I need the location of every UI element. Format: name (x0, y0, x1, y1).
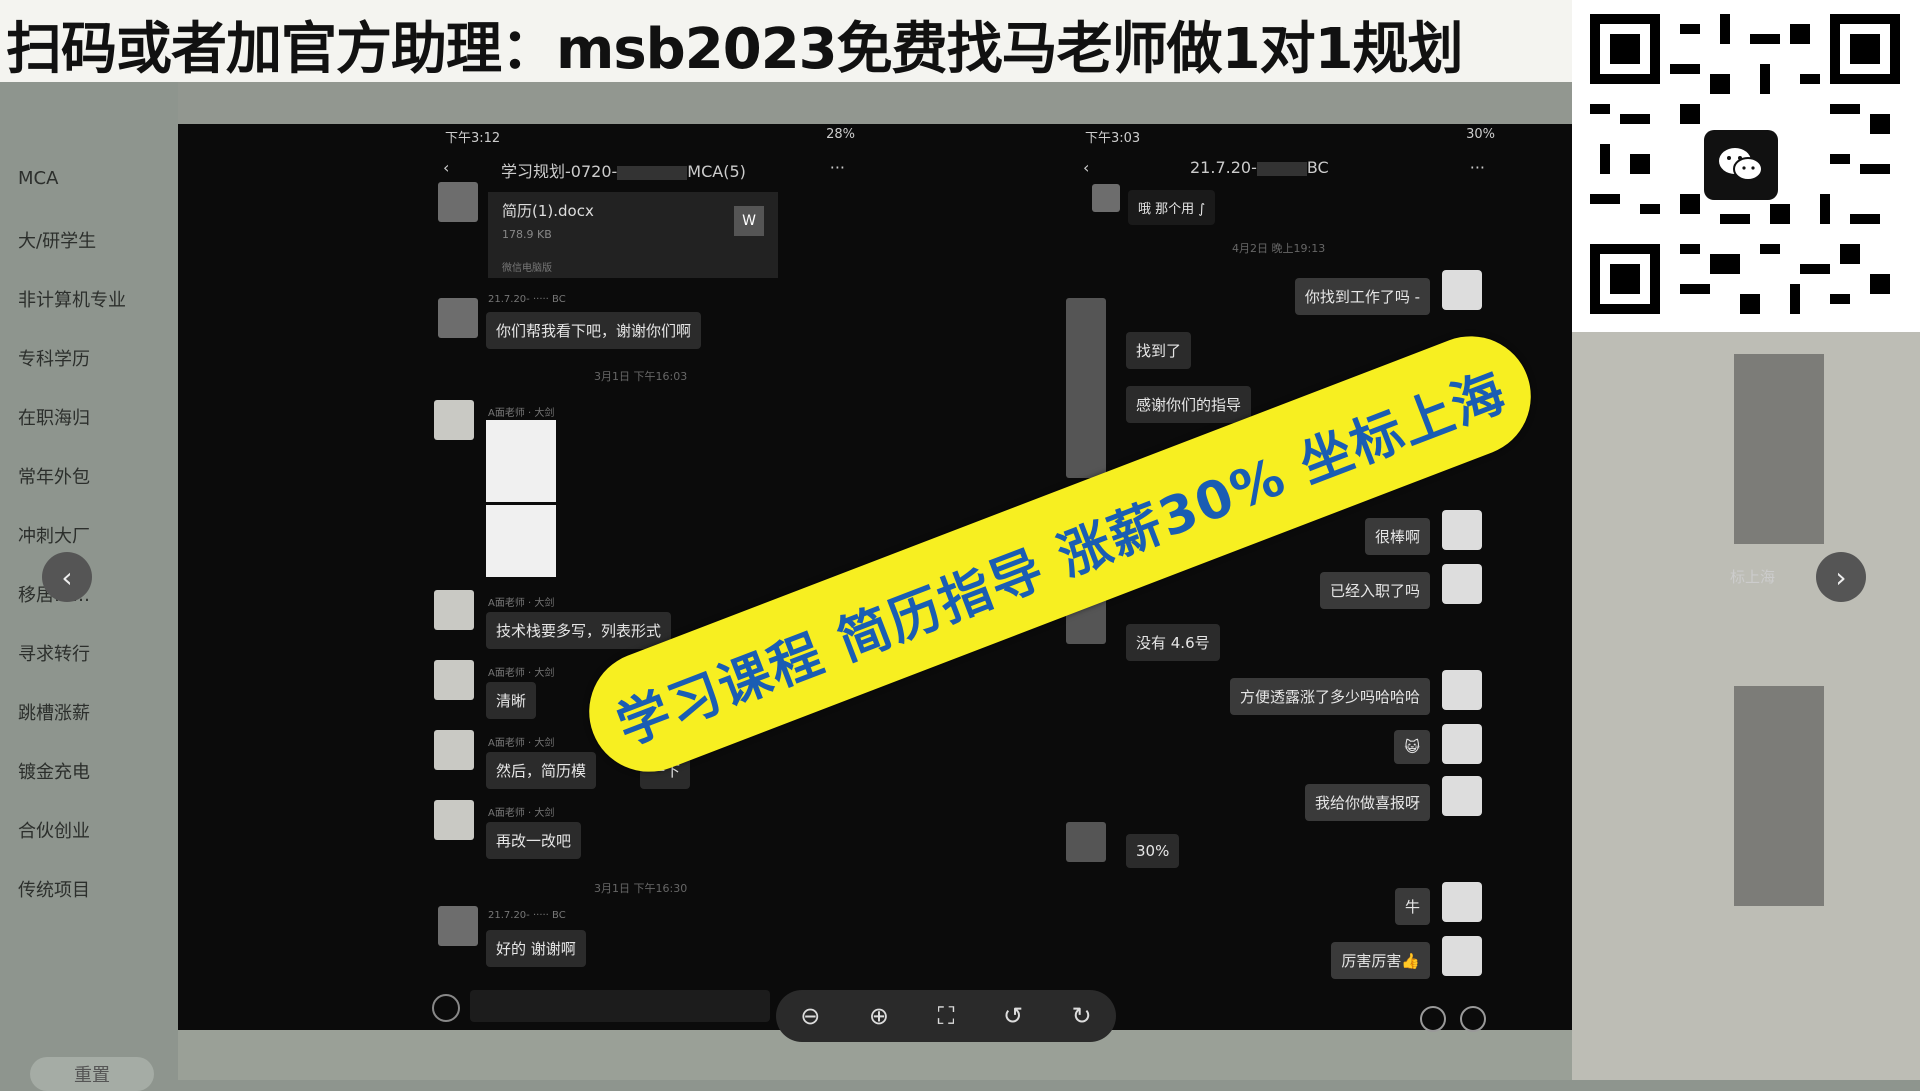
sidebar-item-career-change[interactable]: 寻求转行 (18, 640, 90, 666)
sidebar-item-traditional[interactable]: 传统项目 (18, 876, 90, 902)
teacher-avatar (434, 800, 474, 840)
more-icon[interactable]: ··· (1470, 158, 1485, 177)
user-avatar (1442, 564, 1482, 604)
message-input[interactable] (470, 990, 770, 1022)
rotate-left-icon[interactable]: ↺ (1003, 1002, 1023, 1030)
teacher-tag: A面老师 · 大剑 (488, 408, 555, 419)
user-avatar (1442, 724, 1482, 764)
add-icon[interactable] (1460, 1006, 1486, 1032)
sidebar-item-big-tech[interactable]: 冲刺大厂 (18, 522, 90, 548)
teacher-avatar (434, 400, 474, 440)
sender-tag: 21.7.20- ····· BC (488, 294, 566, 305)
chat-message: 我给你做喜报呀 (1304, 784, 1430, 821)
word-file-icon: W (734, 206, 764, 236)
chat-message: 你找到工作了吗 - (1294, 278, 1430, 315)
chat-message: 清晰 (486, 682, 537, 719)
timestamp: 3月1日 下午16:30 (594, 882, 688, 895)
next-button[interactable]: › (1816, 552, 1866, 602)
chat-message: 已经入职了吗 (1319, 572, 1430, 609)
viewer-toolbar: ⊖ ⊕ ⛶ ↺ ↻ (776, 990, 1116, 1042)
teacher-avatar (434, 660, 474, 700)
status-battery: 28% (826, 127, 855, 142)
chat-message: 没有 4.6号 (1126, 624, 1220, 661)
fit-screen-icon[interactable]: ⛶ (938, 1002, 955, 1030)
zoom-in-icon[interactable]: ⊕ (869, 1002, 889, 1030)
chat-message: 技术栈要多写，列表形式 (486, 612, 672, 649)
prev-button[interactable]: ‹ (42, 552, 92, 602)
user-avatar (1442, 936, 1482, 976)
teacher-tag: A面老师 · 大剑 (488, 668, 555, 679)
file-message[interactable]: 简历(1).docx 178.9 KB W 微信电脑版 (488, 192, 778, 278)
chat-message: 很棒啊 (1364, 518, 1430, 555)
file-size: 178.9 KB (502, 228, 552, 241)
back-icon[interactable]: ‹ (443, 158, 449, 177)
background-document (178, 82, 1572, 124)
status-time: 下午3:03 (1085, 131, 1141, 146)
avatar (1066, 298, 1106, 478)
resume-image-thumb-2[interactable] (486, 505, 556, 577)
sidebar-item-outsourcing[interactable]: 常年外包 (18, 463, 90, 489)
chat-message: 厉害厉害👍 (1331, 942, 1430, 979)
chat-message: 再改一改吧 (486, 822, 582, 859)
chat-message: 然后，简历模 (486, 752, 597, 789)
chat-message: 感谢你们的指导 (1126, 386, 1252, 423)
status-bar: 下午3:03 30% (1085, 127, 1495, 146)
chat-message: 方便透露涨了多少吗哈哈哈 (1229, 678, 1430, 715)
back-icon[interactable]: ‹ (1083, 158, 1089, 177)
sidebar-item-returnee[interactable]: 在职海归 (18, 404, 90, 430)
file-name: 简历(1).docx (502, 202, 594, 220)
user-avatar (1442, 270, 1482, 310)
wechat-icon (1704, 130, 1778, 200)
teacher-tag: A面老师 · 大剑 (488, 598, 555, 609)
teacher-tag: A面老师 · 大剑 (488, 738, 555, 749)
teacher-avatar (434, 730, 474, 770)
status-time: 下午3:12 (445, 131, 501, 146)
voice-icon[interactable] (432, 994, 460, 1022)
chat-title: 学习规划-0720- MCA(5) (501, 162, 746, 181)
chat-message: 😺 (1394, 730, 1430, 764)
chat-title: 21.7.20- BC (1190, 158, 1329, 177)
sidebar-item-startup[interactable]: 合伙创业 (18, 817, 90, 843)
user-avatar (1442, 882, 1482, 922)
sidebar-item-job-hop[interactable]: 跳槽涨薪 (18, 699, 90, 725)
timestamp: 4月2日 晚上19:13 (1232, 242, 1326, 255)
file-source: 微信电脑版 (502, 263, 552, 274)
promo-banner: 扫码或者加官方助理：msb2023免费找马老师做1对1规划 (0, 0, 1580, 82)
avatar (438, 298, 478, 338)
sidebar-item-students[interactable]: 大/研学生 (18, 227, 96, 253)
status-bar: 下午3:12 28% (445, 127, 855, 146)
banner-text: 扫码或者加官方助理：msb2023免费找马老师做1对1规划 (6, 17, 1464, 82)
side-doc-caption: 标上海 (1730, 568, 1776, 586)
sender-tag: 21.7.20- ····· BC (488, 910, 566, 921)
user-avatar (1442, 776, 1482, 816)
user-avatar (1442, 670, 1482, 710)
sidebar-item-non-cs[interactable]: 非计算机专业 (18, 286, 126, 312)
reset-button[interactable]: 重置 (30, 1057, 154, 1091)
user-avatar (1442, 510, 1482, 550)
chat-message: 30% (1126, 834, 1180, 868)
chat-message: 你们帮我看下吧，谢谢你们啊 (486, 312, 702, 349)
more-icon[interactable]: ··· (830, 158, 845, 177)
timestamp: 3月1日 下午16:03 (594, 370, 688, 383)
chat-message: 找到了 (1126, 332, 1192, 369)
sidebar-item-mca[interactable]: MCA (18, 168, 58, 189)
status-battery: 30% (1466, 127, 1495, 142)
teacher-avatar (434, 590, 474, 630)
zoom-out-icon[interactable]: ⊖ (800, 1002, 820, 1030)
teacher-tag: A面老师 · 大剑 (488, 808, 555, 819)
avatar (1066, 822, 1106, 862)
side-document-thumb (1734, 354, 1824, 544)
chat-message: 牛 (1394, 888, 1430, 925)
chat-message: 好的 谢谢啊 (486, 930, 586, 967)
avatar (438, 906, 478, 946)
avatar (438, 182, 478, 222)
chat-message: 哦 那个用 ∫ (1128, 190, 1216, 225)
resume-image-thumb[interactable] (486, 420, 556, 502)
avatar (1092, 184, 1120, 212)
side-document-thumb-2 (1734, 686, 1824, 906)
rotate-right-icon[interactable]: ↻ (1072, 1002, 1092, 1030)
sidebar-item-college[interactable]: 专科学历 (18, 345, 90, 371)
sidebar-item-upskill[interactable]: 镀金充电 (18, 758, 90, 784)
emoji-icon[interactable] (1420, 1006, 1446, 1032)
